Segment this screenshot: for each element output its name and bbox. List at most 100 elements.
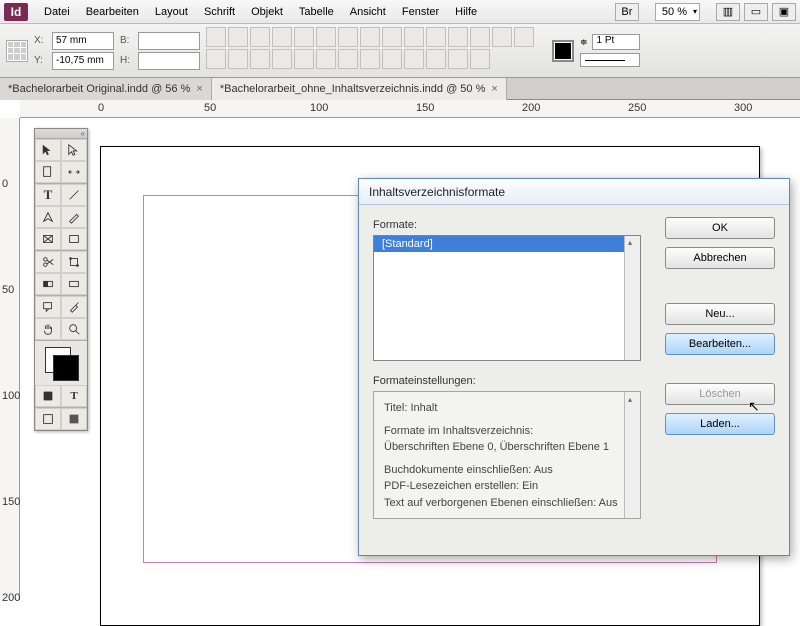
view-mode-button-2[interactable]: ▭ (744, 3, 768, 21)
ctrl-icon[interactable] (338, 49, 358, 69)
menu-help[interactable]: Hilfe (447, 0, 485, 24)
ctrl-icon[interactable] (228, 27, 248, 47)
ctrl-icon[interactable] (382, 49, 402, 69)
rectangle-frame-tool[interactable] (35, 228, 61, 250)
cancel-button[interactable]: Abbrechen (665, 247, 775, 269)
ctrl-icon[interactable] (250, 49, 270, 69)
ctrl-icon[interactable] (206, 27, 226, 47)
ctrl-icon[interactable] (448, 49, 468, 69)
ctrl-icon[interactable] (426, 49, 446, 69)
delete-button[interactable]: Löschen (665, 383, 775, 405)
ctrl-icon[interactable] (470, 27, 490, 47)
close-icon[interactable]: × (491, 83, 497, 95)
edit-button[interactable]: Bearbeiten... (665, 333, 775, 355)
pen-tool[interactable] (35, 206, 61, 228)
x-input[interactable] (52, 32, 114, 50)
rectangle-tool[interactable] (61, 228, 87, 250)
h-label: H: (120, 55, 134, 66)
ctrl-icon[interactable] (316, 49, 336, 69)
ctrl-icon[interactable] (294, 27, 314, 47)
document-tab[interactable]: *Bachelorarbeit_ohne_Inhaltsverzeichnis.… (212, 78, 507, 100)
dialog-title: Inhaltsverzeichnisformate (359, 179, 789, 205)
ruler-vertical: 0 50 100 150 200 (0, 118, 20, 600)
ctrl-icon[interactable] (492, 27, 512, 47)
menu-type[interactable]: Schrift (196, 0, 243, 24)
format-container-icon[interactable] (35, 385, 61, 407)
ctrl-icon[interactable] (360, 49, 380, 69)
control-icons-group (206, 27, 546, 75)
menu-layout[interactable]: Layout (147, 0, 196, 24)
bridge-button[interactable]: Br (615, 3, 639, 21)
page-tool[interactable] (35, 161, 61, 183)
scissors-tool[interactable] (35, 251, 61, 273)
ctrl-icon[interactable] (404, 27, 424, 47)
scrollbar[interactable] (624, 392, 640, 518)
zoom-dropdown[interactable]: 50 % (655, 3, 700, 21)
ctrl-icon[interactable] (228, 49, 248, 69)
w-input[interactable] (138, 32, 200, 50)
format-text-icon[interactable]: T (61, 385, 87, 407)
view-mode-normal[interactable] (35, 408, 61, 430)
menu-file[interactable]: Datei (36, 0, 78, 24)
zoom-tool[interactable] (61, 318, 87, 340)
ctrl-icon[interactable] (294, 49, 314, 69)
y-input[interactable] (52, 52, 114, 70)
y-label: Y: (34, 55, 48, 66)
free-transform-tool[interactable] (61, 251, 87, 273)
new-button[interactable]: Neu... (665, 303, 775, 325)
note-tool[interactable] (35, 296, 61, 318)
ctrl-icon[interactable] (250, 27, 270, 47)
h-input[interactable] (138, 52, 200, 70)
formats-listbox[interactable]: [Standard] (373, 235, 641, 361)
ctrl-icon[interactable] (470, 49, 490, 69)
ctrl-icon[interactable] (404, 49, 424, 69)
stroke-weight-input[interactable]: 1 Pt (592, 34, 640, 50)
ruler-horizontal: 0 50 100 150 200 250 300 (20, 100, 800, 118)
gap-tool[interactable] (61, 161, 87, 183)
ctrl-icon[interactable] (448, 27, 468, 47)
menu-table[interactable]: Tabelle (291, 0, 342, 24)
ok-button[interactable]: OK (665, 217, 775, 239)
ctrl-icon[interactable] (426, 27, 446, 47)
view-mode-preview[interactable] (61, 408, 87, 430)
list-item[interactable]: [Standard] (374, 236, 640, 252)
fill-swatch[interactable] (552, 40, 574, 62)
hand-tool[interactable] (35, 318, 61, 340)
line-tool[interactable] (61, 184, 87, 206)
view-mode-button-1[interactable]: ▥ (716, 3, 740, 21)
ctrl-icon[interactable] (514, 27, 534, 47)
ctrl-icon[interactable] (272, 27, 292, 47)
panel-collapse-icon[interactable]: « (35, 129, 87, 139)
ctrl-icon[interactable] (338, 27, 358, 47)
selection-tool[interactable] (35, 139, 61, 161)
view-mode-button-3[interactable]: ▣ (772, 3, 796, 21)
scrollbar[interactable] (624, 236, 640, 360)
eyedropper-tool[interactable] (61, 296, 87, 318)
document-tab[interactable]: *Bachelorarbeit Original.indd @ 56 % × (0, 78, 212, 100)
direct-selection-tool[interactable] (61, 139, 87, 161)
toc-formats-dialog: Inhaltsverzeichnisformate Formate: [Stan… (358, 178, 790, 556)
ctrl-icon[interactable] (360, 27, 380, 47)
ctrl-icon[interactable] (316, 27, 336, 47)
settings-text: Text auf verborgenen Ebenen einschließen… (384, 495, 630, 512)
menu-edit[interactable]: Bearbeiten (78, 0, 147, 24)
settings-text: Überschriften Ebene 0, Überschriften Ebe… (384, 439, 630, 456)
load-button[interactable]: Laden... (665, 413, 775, 435)
ctrl-icon[interactable] (382, 27, 402, 47)
tools-panel: « T T (34, 128, 88, 431)
menu-window[interactable]: Fenster (394, 0, 447, 24)
gradient-tool[interactable] (35, 273, 61, 295)
menu-view[interactable]: Ansicht (342, 0, 394, 24)
gradient-feather-tool[interactable] (61, 273, 87, 295)
type-tool[interactable]: T (35, 184, 61, 206)
ctrl-icon[interactable] (206, 49, 226, 69)
app-logo: Id (4, 3, 28, 21)
close-icon[interactable]: × (196, 83, 202, 95)
pencil-tool[interactable] (61, 206, 87, 228)
stroke-style-dropdown[interactable] (580, 53, 640, 67)
ctrl-icon[interactable] (272, 49, 292, 69)
reference-point[interactable] (6, 40, 28, 62)
fill-stroke-swatch[interactable] (35, 341, 87, 385)
menu-bar: Id Datei Bearbeiten Layout Schrift Objek… (0, 0, 800, 24)
menu-object[interactable]: Objekt (243, 0, 291, 24)
